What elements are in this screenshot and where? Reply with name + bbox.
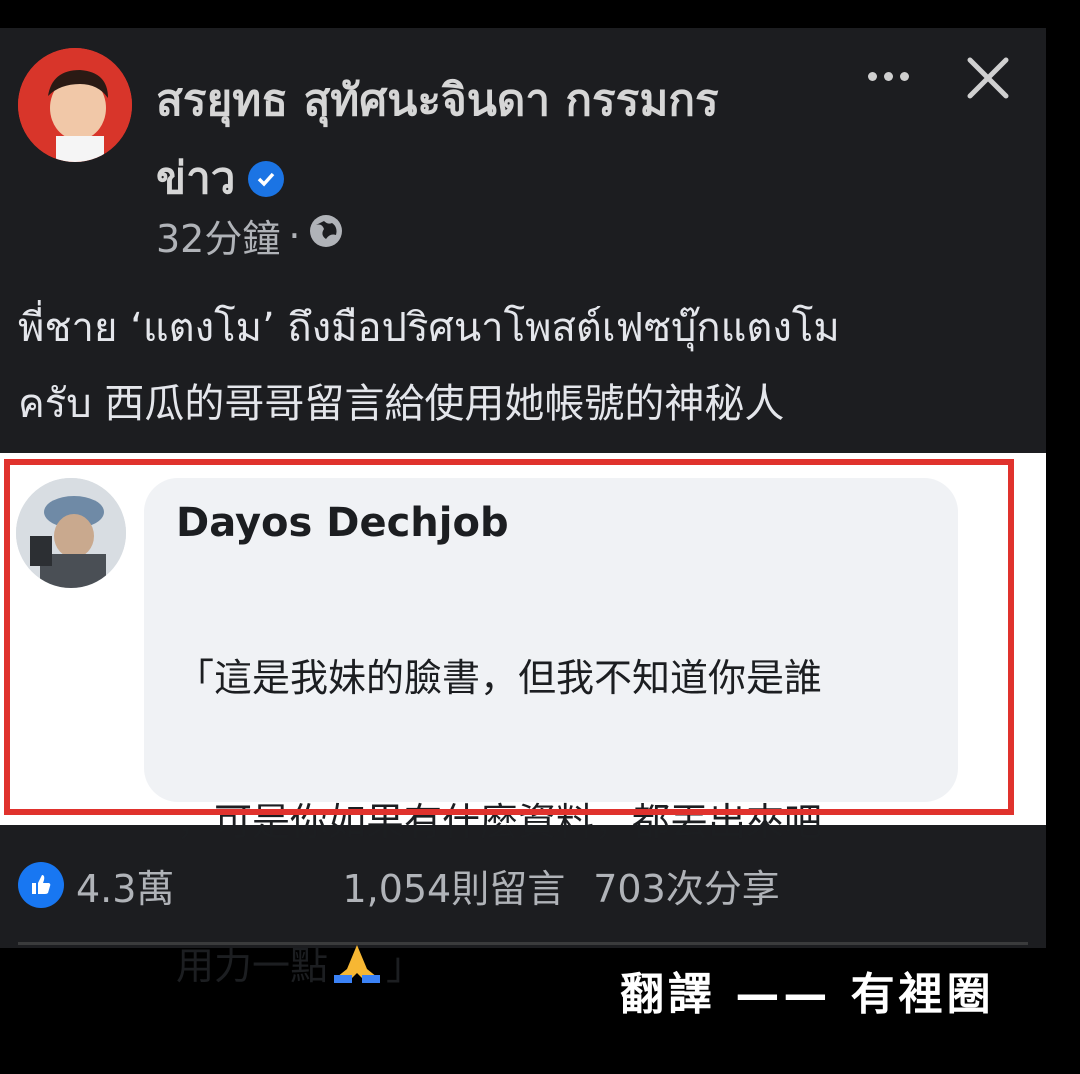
close-icon[interactable]: [962, 52, 1014, 104]
verified-badge-icon: [247, 161, 284, 197]
globe-icon: [308, 213, 344, 258]
more-icon[interactable]: [860, 56, 916, 96]
post-time[interactable]: 32分鐘: [156, 208, 280, 263]
author-name-line1[interactable]: สรยุทธ สุทัศนะจินดา กรรมกร: [156, 62, 856, 140]
share-count[interactable]: 703次分享: [593, 858, 780, 913]
comment-line3-end: 」: [386, 944, 425, 988]
author-name-line2-row: ข่าว: [156, 140, 856, 218]
like-count[interactable]: 4.3萬: [76, 858, 174, 913]
cut-off-caption: 翻譯 —— 有裡圈: [620, 969, 995, 1020]
comment-line3-text: 用力一點: [176, 944, 329, 988]
post-stats: 4.3萬 1,054則留言 703次分享: [18, 850, 1028, 920]
stats-divider: [18, 942, 1028, 945]
highlight-border: [4, 459, 1014, 815]
post-text: พี่ชาย ‘แตงโม’ ถึงมือปริศนาโพสต์เฟซบุ๊กแ…: [18, 290, 1028, 442]
author-name-line2[interactable]: ข่าว: [156, 140, 236, 218]
comment-count[interactable]: 1,054則留言: [342, 858, 565, 913]
author-name[interactable]: สรยุทธ สุทัศนะจินดา กรรมกร ข่าว: [156, 62, 856, 218]
praying-hands-emoji: [334, 945, 381, 983]
post-meta: 32分鐘 ·: [156, 208, 344, 263]
like-icon[interactable]: [18, 862, 64, 908]
post-text-line2: ครับ 西瓜的哥哥留言給使用她帳號的神秘人: [18, 381, 785, 427]
post-text-line1: พี่ชาย ‘แตงโม’ ถึงมือปริศนาโพสต์เฟซบุ๊กแ…: [18, 305, 840, 351]
author-avatar[interactable]: [18, 48, 132, 162]
meta-separator: ·: [288, 213, 301, 258]
